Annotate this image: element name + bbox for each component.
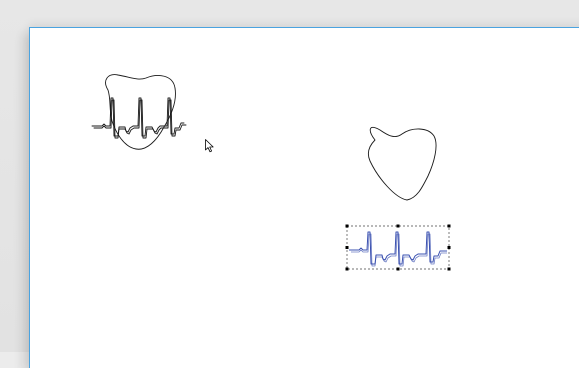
heart-outline-drawing[interactable] <box>367 126 437 201</box>
ecg-waveform-line <box>349 231 447 265</box>
selection-handle-top-left[interactable] <box>345 224 349 228</box>
ecg-waveform-selected[interactable] <box>345 224 451 271</box>
arrow-cursor-icon <box>205 139 214 153</box>
selection-handle-top-middle[interactable] <box>396 224 400 228</box>
selection-handle-middle-right[interactable] <box>447 246 451 249</box>
selection-handle-middle-left[interactable] <box>345 246 349 249</box>
selection-handle-bottom-left[interactable] <box>345 267 349 271</box>
selection-handle-top-right[interactable] <box>447 224 451 228</box>
selection-handle-bottom-middle[interactable] <box>396 267 400 271</box>
heart-with-ecg-waveform-shadow <box>93 99 187 139</box>
heart-with-ecg-waveform <box>91 97 185 137</box>
selection-handle-bottom-right[interactable] <box>447 267 451 271</box>
heart-with-ecg-drawing[interactable] <box>91 74 187 150</box>
drawing-canvas[interactable] <box>29 27 579 368</box>
